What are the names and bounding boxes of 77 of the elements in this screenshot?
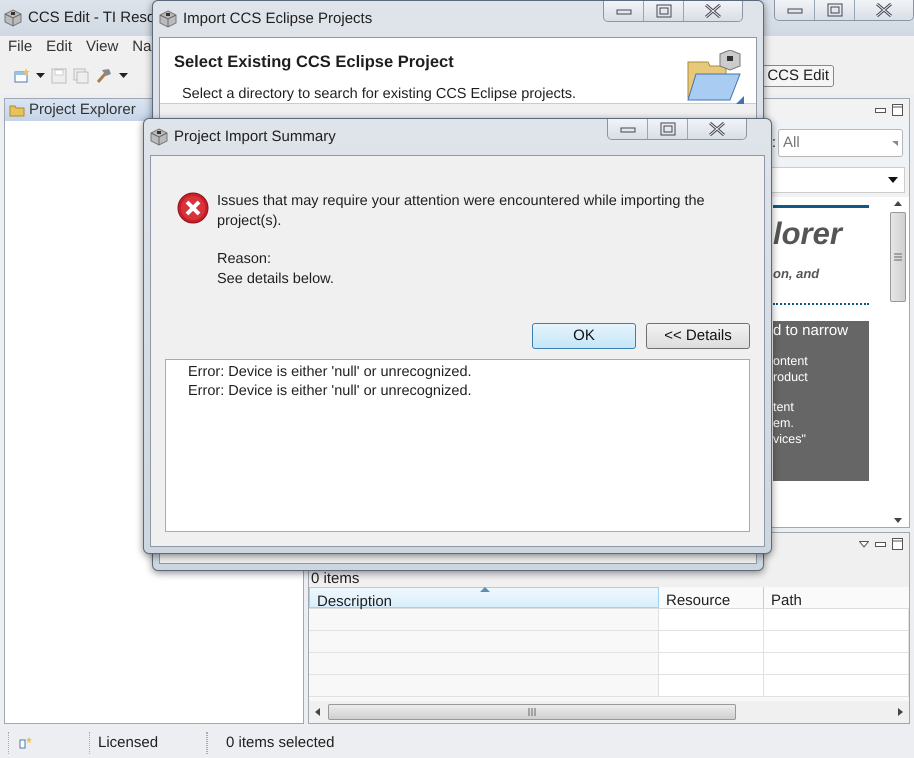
page-subtitle: on, and (773, 266, 820, 281)
info-text: tent (773, 399, 795, 415)
info-text: vices" (773, 431, 807, 447)
scroll-up-icon[interactable] (894, 201, 902, 206)
close-icon (707, 122, 727, 136)
grip-icon (894, 253, 902, 261)
close-button[interactable] (684, 1, 742, 21)
scrollbar-thumb[interactable] (328, 704, 736, 720)
minimize-button[interactable] (608, 119, 648, 139)
scroll-right-icon[interactable] (898, 708, 903, 716)
scroll-down-icon[interactable] (894, 518, 902, 523)
maximize-icon[interactable] (892, 538, 903, 550)
minimize-icon[interactable] (875, 542, 886, 546)
info-text: ontent (773, 353, 809, 369)
maximize-button[interactable] (644, 1, 684, 21)
column-header[interactable]: Description (309, 587, 659, 608)
close-icon (874, 3, 894, 17)
maximize-icon (660, 122, 676, 136)
menu-item[interactable]: Edit (46, 36, 72, 58)
info-text: em. (773, 415, 795, 431)
reason-text: See details below. (217, 270, 335, 288)
menu-item[interactable]: View (86, 36, 118, 58)
dialog-icon (159, 10, 177, 28)
page-heading: lorer (773, 216, 844, 252)
minimize-icon[interactable] (875, 108, 886, 112)
close-icon (703, 4, 723, 18)
view-menu-icon[interactable] (859, 540, 869, 548)
column-header[interactable]: Path (764, 587, 909, 608)
dialog-icon (150, 128, 168, 146)
item-count: 0 items (310, 571, 360, 587)
app-icon (4, 9, 22, 27)
message-text: Issues that may require your attention were encountered while importing the project(s). (217, 192, 706, 230)
caret-icon[interactable] (119, 73, 128, 79)
sort-arrow-icon (480, 587, 490, 592)
status-icon (19, 737, 33, 749)
new-file-icon[interactable] (14, 68, 30, 84)
maximize-button[interactable] (648, 119, 688, 139)
caret-icon[interactable] (36, 73, 45, 79)
menu-item[interactable]: Na (132, 36, 152, 58)
grip-icon (528, 708, 536, 716)
wizard-heading: Select Existing CCS Eclipse Project (174, 52, 455, 73)
tab-label[interactable]: Project Explorer (29, 98, 136, 122)
close-button[interactable] (855, 0, 913, 20)
scroll-left-icon[interactable] (315, 708, 320, 716)
minimize-icon (616, 7, 632, 15)
maximize-button[interactable] (815, 0, 855, 20)
scrollbar-thumb[interactable] (890, 212, 906, 302)
status-text: 0 items selected (226, 732, 334, 753)
perspective-button[interactable]: CCS Edit (762, 65, 834, 87)
reason-label: Reason: (217, 250, 272, 269)
status-text: Licensed (98, 732, 158, 753)
maximize-icon[interactable] (892, 104, 903, 116)
wizard-description: Select a directory to search for existing CCS Eclipse projects. (181, 84, 578, 104)
info-text: d to narrow (773, 323, 850, 339)
filter-label: : (772, 132, 776, 153)
caret-icon (888, 177, 898, 183)
minimize-button[interactable] (604, 1, 644, 21)
minimize-icon (620, 125, 636, 133)
maximize-icon (826, 3, 842, 17)
dialog-title: Import CCS Eclipse Projects (183, 8, 372, 29)
minimize-icon (786, 6, 802, 14)
dialog-button[interactable]: OK (532, 323, 636, 349)
detail-line: Error: Device is either 'null' or unrecognized. (188, 363, 473, 382)
caret-icon (892, 140, 898, 146)
close-button[interactable] (688, 119, 746, 139)
folder-icon (9, 103, 25, 117)
column-header[interactable]: Resource (659, 587, 764, 608)
maximize-icon (656, 4, 672, 18)
minimize-button[interactable] (775, 0, 815, 20)
hammer-icon[interactable] (95, 68, 113, 84)
info-text: roduct (773, 369, 809, 385)
filter-dropdown[interactable]: All (778, 129, 903, 157)
dialog-button[interactable]: << Details (646, 323, 750, 349)
menu-item[interactable]: File (8, 36, 32, 58)
detail-line: Error: Device is either 'null' or unrecognized. (188, 382, 473, 401)
error-icon (177, 192, 209, 224)
dialog-title: Project Import Summary (174, 126, 336, 147)
